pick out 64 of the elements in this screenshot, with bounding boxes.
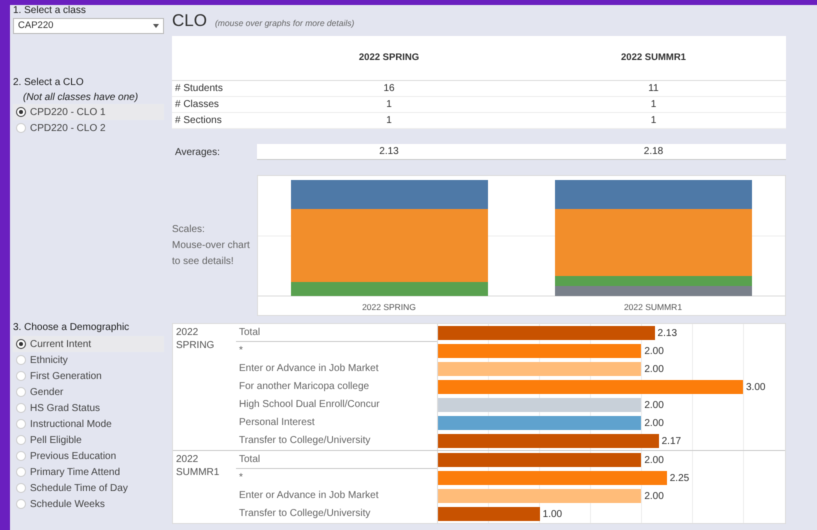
category-label: Enter or Advance in Job Market xyxy=(238,362,380,376)
page-title: CLO xyxy=(172,10,207,32)
filter-note: (Not all classes have one) xyxy=(22,92,140,104)
average-value: 2.18 xyxy=(642,145,664,159)
table-cell-text: 1 xyxy=(650,98,658,112)
category-label: * xyxy=(238,344,244,358)
column-header: 2022 SPRING xyxy=(358,50,420,65)
term-label: 2022 SUMMR1 xyxy=(175,453,220,480)
bar-value: 2.00 xyxy=(644,490,664,504)
category-label: Enter or Advance in Job Market xyxy=(238,489,380,503)
category-label: High School Dual Enroll/Concur xyxy=(238,398,381,412)
radio-option[interactable]: Ethnicity xyxy=(13,352,164,368)
radio-option[interactable]: Gender xyxy=(13,384,164,400)
column-header: 2022 SUMMR1 xyxy=(620,50,687,65)
radio-option[interactable]: Current Intent xyxy=(13,336,164,352)
row-label: # Sections xyxy=(174,114,223,128)
bar-value: 2.00 xyxy=(644,344,664,358)
category-label: Personal Interest xyxy=(238,416,316,430)
bar-value: 2.00 xyxy=(644,416,664,430)
radio-option[interactable]: Instructional Mode xyxy=(13,416,164,432)
filter-label: 3. Choose a Demographic xyxy=(13,322,130,334)
average-value: 2.13 xyxy=(378,145,400,159)
class-dropdown[interactable]: CAP220 xyxy=(13,18,164,34)
radio-option[interactable]: First Generation xyxy=(13,368,164,384)
axis-label: 2022 SUMMR1 xyxy=(624,302,682,312)
filter-label: 1. Select a class xyxy=(13,5,87,17)
page-subtitle: (mouse over graphs for more details) xyxy=(214,17,354,30)
row-label: # Classes xyxy=(174,98,220,112)
radio-option[interactable]: CPD220 - CLO 2 xyxy=(13,120,164,136)
bar-value: 2.17 xyxy=(662,434,682,448)
term-label: 2022 SPRING xyxy=(175,326,216,353)
bar-value: 2.00 xyxy=(644,454,664,468)
category-label: Total xyxy=(236,324,437,342)
bar-value: 3.00 xyxy=(746,380,766,394)
radio-option[interactable]: Pell Eligible xyxy=(13,432,164,448)
bar-value: 1.00 xyxy=(542,508,562,522)
row-label: # Students xyxy=(174,82,224,96)
table-cell-text: 1 xyxy=(385,114,393,128)
axis-label: 2022 SPRING xyxy=(362,302,416,312)
category-label: Transfer to College/University xyxy=(238,434,372,448)
category-label: Total xyxy=(236,451,437,469)
table-cell-text: 11 xyxy=(647,82,660,96)
radio-option[interactable]: Previous Education xyxy=(13,448,164,464)
category-label: Transfer to College/University xyxy=(238,507,372,521)
filter-label: 2. Select a CLO xyxy=(13,77,85,89)
table-cell-text: 16 xyxy=(382,82,396,96)
bar-value: 2.00 xyxy=(644,362,664,376)
table-cell-text: 1 xyxy=(385,98,393,112)
radio-option[interactable]: Schedule Weeks xyxy=(13,496,164,512)
averages-label: Averages: xyxy=(174,146,221,160)
radio-option[interactable]: Schedule Time of Day xyxy=(13,480,164,496)
radio-option[interactable]: Primary Time Attend xyxy=(13,464,164,480)
bar-value: 2.00 xyxy=(644,398,664,412)
bar-value: 2.25 xyxy=(670,472,690,486)
caret-icon xyxy=(153,24,159,28)
radio-button[interactable] xyxy=(16,107,26,117)
table-cell-text: 1 xyxy=(650,114,658,128)
category-label: * xyxy=(238,471,244,485)
radio-button[interactable] xyxy=(16,339,26,349)
radio-option[interactable]: CPD220 - CLO 1 xyxy=(13,104,164,120)
category-label: For another Maricopa college xyxy=(238,380,370,394)
bar-value: 2.13 xyxy=(658,326,678,340)
radio-option[interactable]: HS Grad Status xyxy=(13,400,164,416)
chart-hint: Scales: Mouse-over chart to see details! xyxy=(172,222,251,268)
